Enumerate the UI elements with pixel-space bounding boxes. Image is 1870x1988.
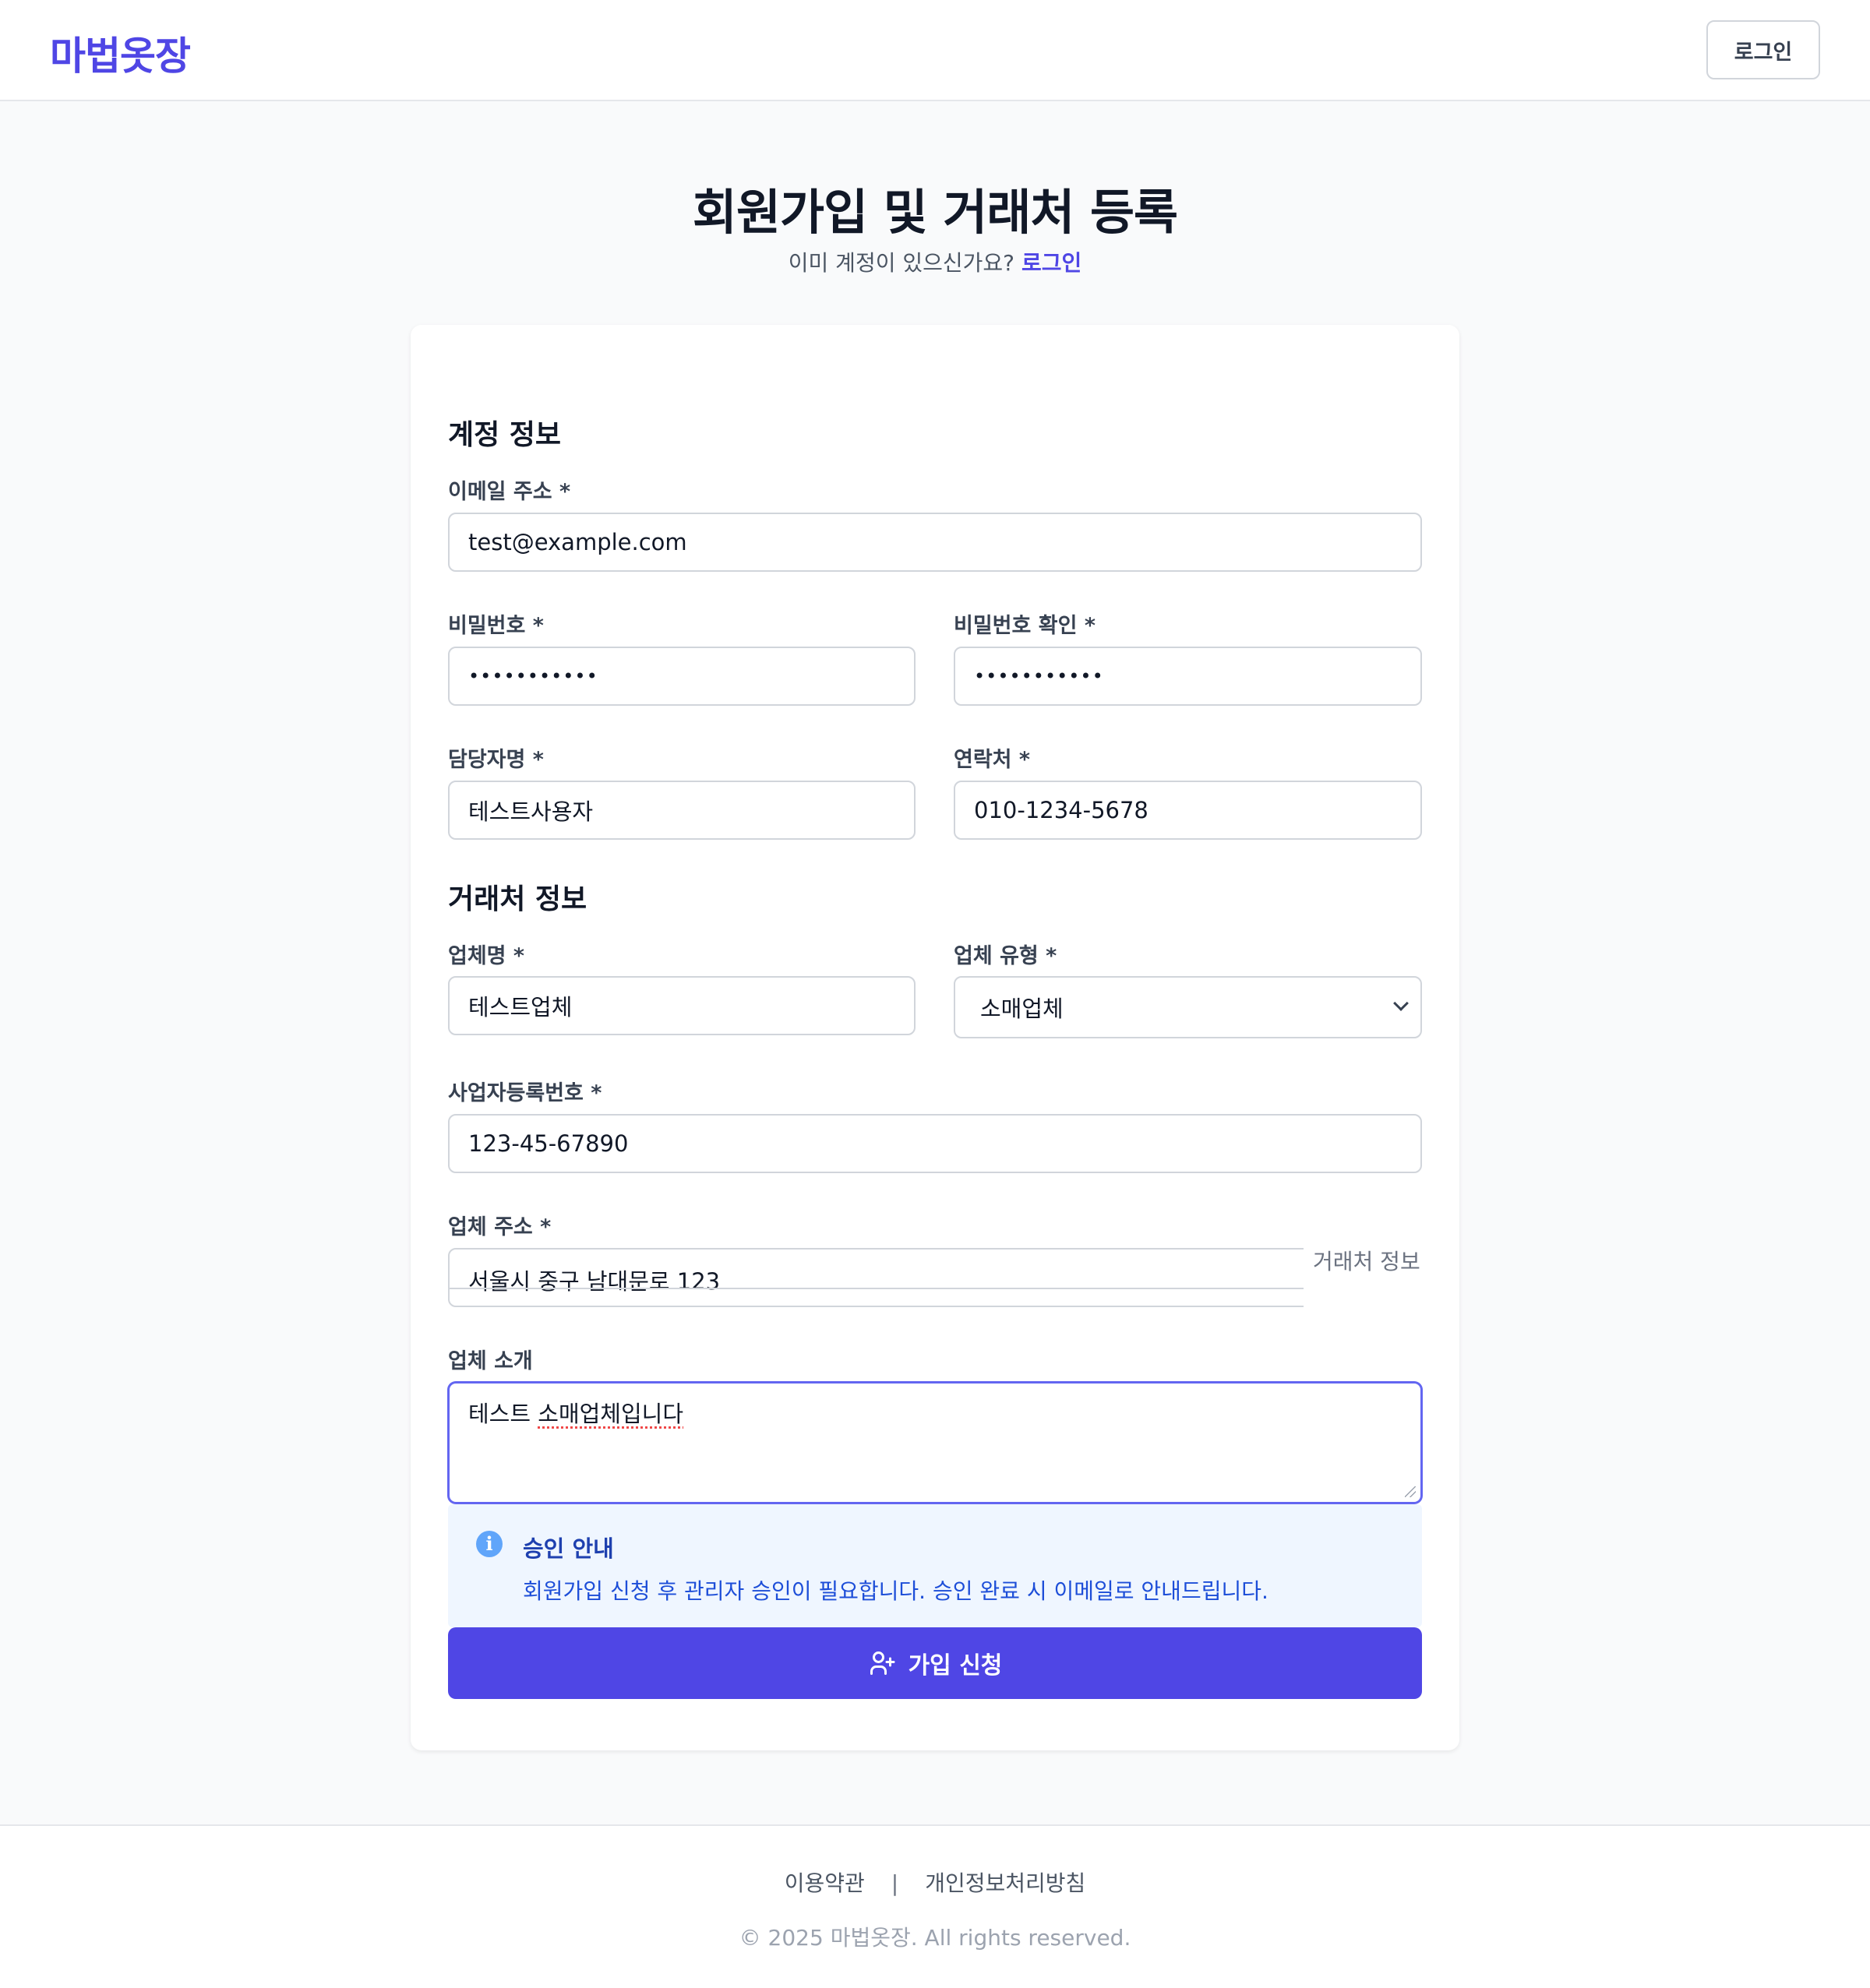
manager-name-field[interactable]: 테스트사용자 [448,781,916,840]
address-field-divider [450,1288,1304,1289]
brand-logo[interactable]: 마법옷장 [50,25,191,81]
footer-links: 이용약관 | 개인정보처리방침 [0,1866,1870,1898]
address-field[interactable]: 서울시 중구 남대문로 123 [448,1248,1422,1307]
company-name-label: 업체명 * [448,944,525,968]
account-section-title: 계정 정보 [448,419,562,451]
signup-form-card: 계정 정보 이메일 주소 * test@example.com 비밀번호 * •… [411,325,1459,1750]
copyright-text: © 2025 마법옷장. All rights reserved. [739,1925,1131,1951]
privacy-link[interactable]: 개인정보처리방침 [925,1870,1085,1896]
email-label: 이메일 주소 * [448,480,571,504]
address-tooltip-overlay: 거래처 정보 [1304,1246,1424,1312]
manager-name-label: 담당자명 * [448,748,544,772]
address-value: 서울시 중구 남대문로 123 [468,1268,721,1295]
intro-label: 업체 소개 [448,1349,533,1373]
email-field[interactable]: test@example.com [448,513,1422,572]
subtitle-login-link[interactable]: 로그인 [1021,250,1081,276]
terms-link[interactable]: 이용약관 [785,1870,865,1896]
company-type-select[interactable]: 소매업체 [954,976,1422,1038]
header-login-button[interactable]: 로그인 [1706,20,1820,79]
submit-label: 가입 신청 [908,1652,1003,1680]
subtitle-text: 이미 계정이 있으신가요? [788,250,1015,276]
password-confirm-field[interactable]: ••••••••••• [954,647,1422,706]
notice-title: 승인 안내 [523,1535,614,1562]
resize-handle-icon[interactable] [1405,1486,1416,1497]
business-number-field[interactable]: 123-45-67890 [448,1114,1422,1173]
company-name-field[interactable]: 테스트업체 [448,976,916,1035]
page-footer: 이용약관 | 개인정보처리방침 © 2025 마법옷장. All rights re… [0,1824,1870,1988]
footer-separator: | [891,1870,899,1896]
notice-text: 회원가입 신청 후 관리자 승인이 필요합니다. 승인 완료 시 이메일로 안내… [523,1578,1268,1604]
chevron-down-icon [1393,996,1409,1011]
intro-text-misspelled: 소매업체입니다 [538,1401,684,1427]
intro-text: 테스트 [468,1401,538,1427]
company-type-value: 소매업체 [980,996,1064,1022]
page-subtitle: 이미 계정이 있으신가요? 로그인 [0,246,1870,277]
signup-submit-button[interactable]: 가입 신청 [448,1627,1422,1699]
password-field[interactable]: ••••••••••• [448,647,916,706]
password-confirm-label: 비밀번호 확인 * [954,614,1096,638]
phone-label: 연락처 * [954,748,1031,772]
business-number-label: 사업자등록번호 * [448,1081,602,1105]
password-label: 비밀번호 * [448,614,544,638]
approval-notice: i 승인 안내 회원가입 신청 후 관리자 승인이 필요합니다. 승인 완료 시… [448,1504,1422,1627]
user-plus-icon [870,1651,895,1675]
top-header: 마법옷장 로그인 [0,0,1870,101]
intro-textarea[interactable]: 테스트 소매업체입니다 [448,1382,1422,1503]
page-title: 회원가입 및 거래처 등록 [692,184,1178,241]
business-section-title: 거래처 정보 [448,883,587,915]
info-icon: i [476,1531,503,1557]
address-label: 업체 주소 * [448,1215,552,1239]
phone-field[interactable]: 010-1234-5678 [954,781,1422,840]
company-type-label: 업체 유형 * [954,944,1057,968]
